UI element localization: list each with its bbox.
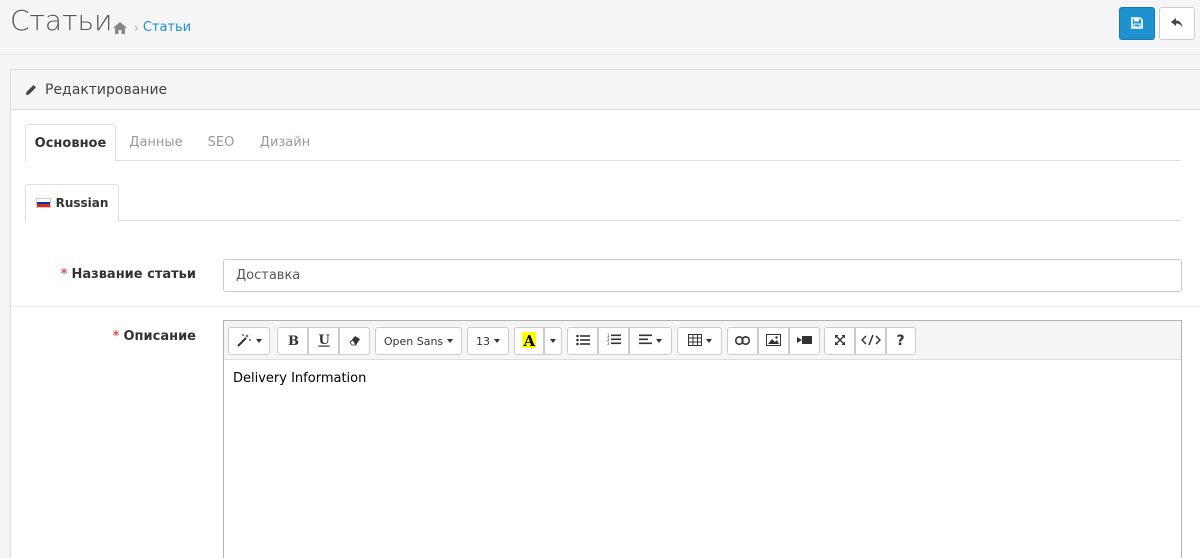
highlight-color-button[interactable]: A — [514, 327, 544, 355]
svg-text:B: B — [288, 334, 299, 346]
insert-image-button[interactable] — [758, 327, 789, 355]
text-color-icon: A — [522, 331, 536, 351]
tab-general[interactable]: Основное — [25, 124, 116, 162]
svg-text:A: A — [523, 332, 536, 348]
language-label: Russian — [55, 196, 109, 210]
underline-button[interactable]: U — [308, 327, 339, 355]
main-tabs: Основное Данные SEO Дизайн — [25, 124, 1181, 162]
description-editor: B U Open Sans 13 A 1 2 3 ? Delivery Info… — [223, 320, 1182, 558]
description-label-text: Описание — [123, 329, 196, 344]
magic-wand-icon — [236, 333, 252, 350]
bullet-list-button[interactable] — [567, 327, 598, 355]
back-button[interactable] — [1159, 7, 1195, 40]
header-divider — [0, 54, 1200, 55]
fullscreen-icon — [834, 334, 846, 349]
help-button[interactable]: ? — [886, 327, 916, 355]
insert-link-button[interactable] — [727, 327, 758, 355]
video-icon — [797, 335, 812, 348]
table-dropdown-button[interactable] — [677, 327, 722, 355]
language-tabs: Russian — [25, 184, 1181, 222]
description-label: * Описание — [16, 329, 196, 344]
font-family-value: Open Sans — [383, 334, 444, 348]
eraser-icon — [348, 334, 361, 349]
svg-text:?: ? — [897, 333, 905, 347]
required-marker: * — [112, 329, 120, 344]
article-title-input[interactable]: Доставка — [223, 259, 1182, 292]
style-dropdown-button[interactable] — [228, 327, 270, 355]
unordered-list-icon — [575, 334, 590, 349]
edit-panel: Редактирование Основное Данные SEO Дизай… — [10, 69, 1200, 558]
required-marker: * — [60, 267, 68, 282]
align-left-icon — [639, 334, 652, 348]
color-dropdown-button[interactable] — [544, 327, 562, 355]
pencil-icon — [25, 84, 37, 96]
insert-video-button[interactable] — [789, 327, 820, 355]
svg-text:U: U — [318, 333, 330, 347]
font-family-dropdown[interactable]: Open Sans — [375, 327, 462, 355]
link-icon — [735, 335, 750, 348]
fullscreen-button[interactable] — [824, 327, 855, 355]
save-button[interactable] — [1119, 7, 1155, 40]
numbered-list-button[interactable]: 123 — [598, 327, 629, 355]
clear-format-button[interactable] — [339, 327, 370, 355]
paragraph-align-dropdown[interactable] — [629, 327, 672, 355]
reply-icon — [1170, 14, 1184, 33]
font-size-value: 13 — [476, 334, 490, 348]
font-size-dropdown[interactable]: 13 — [467, 327, 509, 355]
panel-heading-text: Редактирование — [45, 81, 168, 98]
editor-content[interactable]: Delivery Information — [233, 371, 366, 386]
title-label-text: Название статьи — [71, 267, 196, 282]
russian-flag-icon — [35, 198, 51, 208]
breadcrumb-link-articles[interactable]: Статьи — [143, 20, 191, 35]
ordered-list-icon: 123 — [607, 333, 621, 349]
question-icon: ? — [896, 333, 906, 350]
svg-text:3: 3 — [607, 341, 610, 346]
save-icon — [1131, 14, 1143, 33]
page-title: Статьи — [10, 4, 113, 37]
breadcrumb: › Статьи — [112, 20, 191, 35]
code-icon — [860, 334, 881, 349]
picture-icon — [766, 333, 781, 349]
panel-heading: Редактирование — [11, 70, 1200, 110]
code-view-button[interactable] — [855, 327, 886, 355]
tab-data[interactable]: Данные — [116, 124, 196, 161]
breadcrumb-separator: › — [134, 20, 139, 35]
editor-toolbar: B U Open Sans 13 A 1 2 3 ? — [224, 321, 1181, 360]
bold-button[interactable]: B — [277, 327, 308, 355]
title-label: * Название статьи — [16, 267, 196, 282]
bold-icon: B — [287, 334, 299, 349]
tab-seo[interactable]: SEO — [196, 124, 246, 161]
underline-icon: U — [318, 333, 330, 350]
table-icon — [687, 333, 702, 349]
tab-design[interactable]: Дизайн — [246, 124, 324, 161]
home-icon[interactable] — [112, 21, 128, 35]
tab-language-russian[interactable]: Russian — [25, 184, 119, 222]
form-row-divider — [11, 306, 1200, 307]
